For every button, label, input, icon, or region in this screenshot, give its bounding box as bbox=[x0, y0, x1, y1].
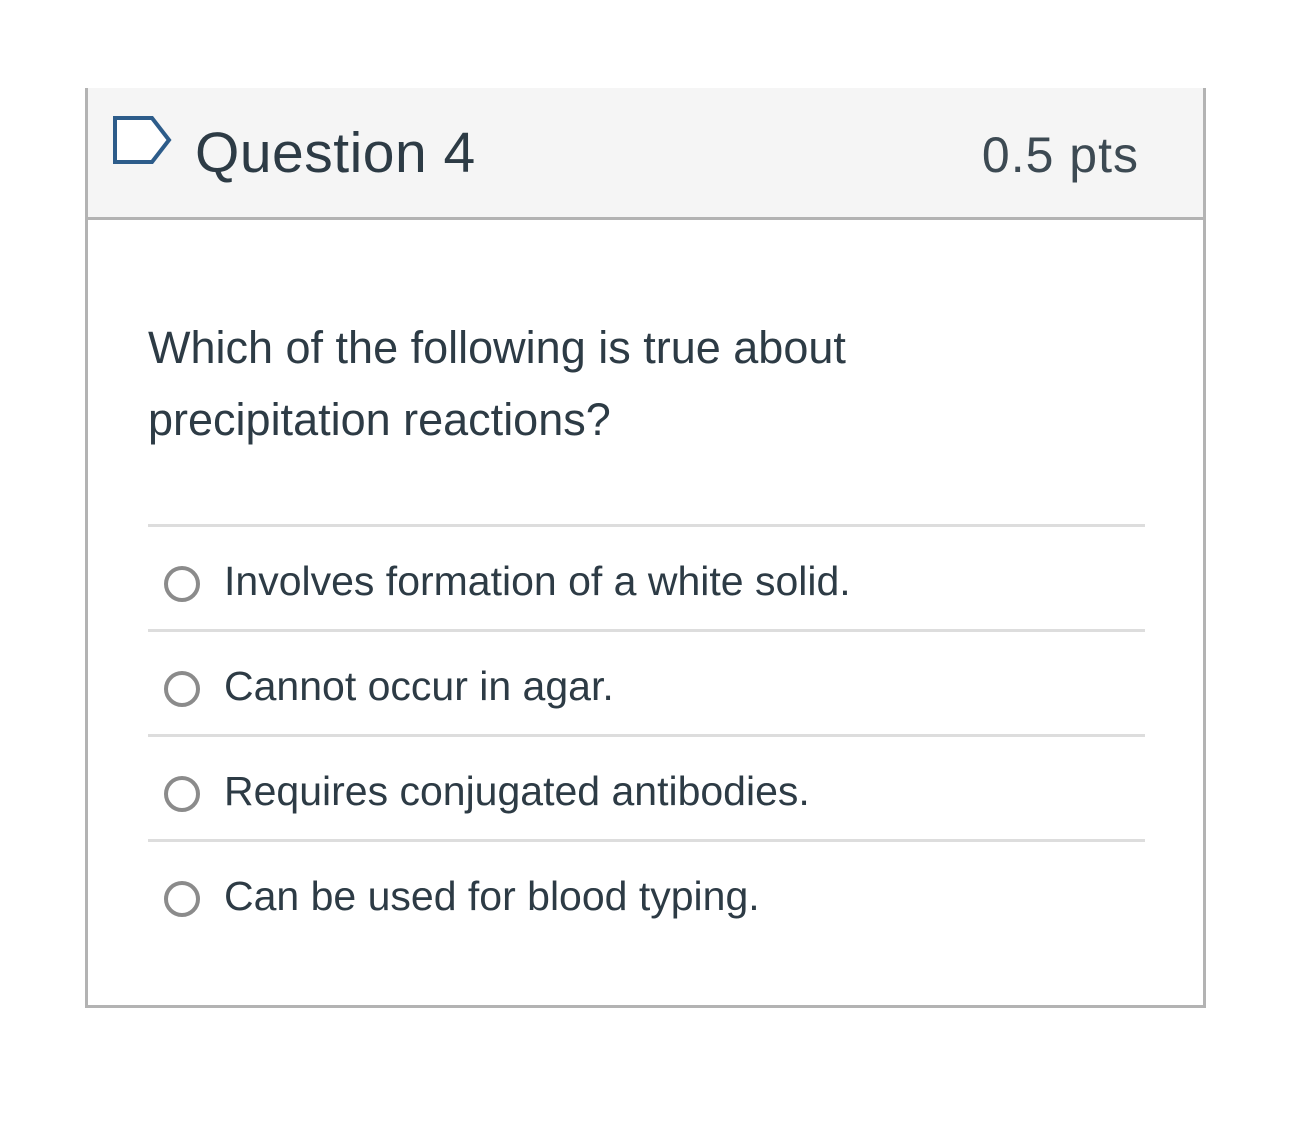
answer-list: Involves formation of a white solid. Can… bbox=[148, 524, 1145, 944]
answer-label[interactable]: Involves formation of a white solid. bbox=[224, 555, 851, 607]
answer-option[interactable]: Cannot occur in agar. bbox=[148, 629, 1145, 734]
question-title: Question 4 bbox=[195, 121, 476, 185]
question-points: 0.5 pts bbox=[981, 127, 1139, 183]
question-header: Question 4 0.5 pts bbox=[88, 88, 1203, 220]
answer-option[interactable]: Requires conjugated antibodies. bbox=[148, 734, 1145, 839]
answer-option[interactable]: Can be used for blood typing. bbox=[148, 839, 1145, 944]
answer-option[interactable]: Involves formation of a white solid. bbox=[148, 524, 1145, 629]
answer-label[interactable]: Cannot occur in agar. bbox=[224, 660, 614, 712]
answer-label[interactable]: Can be used for blood typing. bbox=[224, 870, 760, 922]
question-text-line: Which of the following is true about bbox=[148, 322, 846, 373]
radio-button[interactable] bbox=[164, 671, 200, 707]
question-text-line: precipitation reactions? bbox=[148, 394, 611, 445]
question-body: Which of the following is true about pre… bbox=[88, 220, 1203, 1005]
question-card: Question 4 0.5 pts Which of the followin… bbox=[85, 88, 1206, 1008]
radio-button[interactable] bbox=[164, 776, 200, 812]
answer-label[interactable]: Requires conjugated antibodies. bbox=[224, 765, 810, 817]
radio-button[interactable] bbox=[164, 881, 200, 917]
question-text: Which of the following is true about pre… bbox=[148, 312, 968, 456]
radio-button[interactable] bbox=[164, 566, 200, 602]
flag-bookmark-icon[interactable] bbox=[112, 114, 174, 166]
